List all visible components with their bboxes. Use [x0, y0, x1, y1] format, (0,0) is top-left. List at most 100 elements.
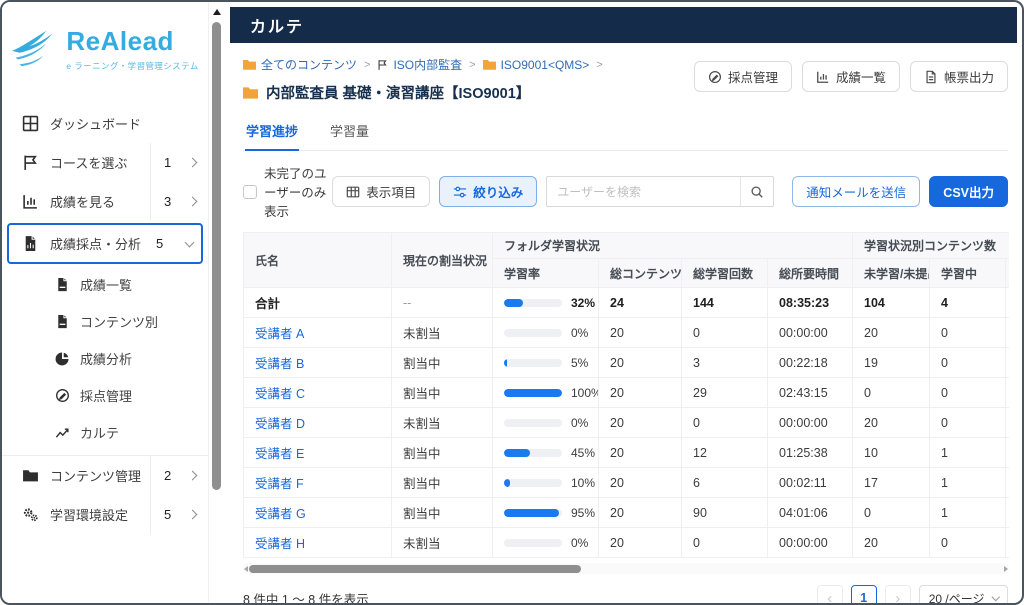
in-progress-cell: 1 — [929, 497, 1007, 528]
not-started-cell: 10 — [852, 437, 931, 468]
csv-file-icon — [58, 277, 67, 292]
total-contents-cell: 20 — [598, 347, 682, 378]
sidebar-subitem-grade-list[interactable]: 成績一覧 — [2, 266, 208, 303]
grade-list-button[interactable]: 成績一覧 — [801, 61, 900, 92]
sidebar-item-content-management[interactable]: コンテンツ管理 2 — [2, 456, 208, 495]
sidebar-subitem-grading[interactable]: 採点管理 — [2, 377, 208, 414]
scrollbar-thumb[interactable] — [212, 22, 221, 490]
sidebar-item-label: 成績を見る — [50, 195, 116, 210]
send-notification-email-button[interactable]: 通知メールを送信 — [792, 176, 921, 207]
col-header-assignment-status: 現在の割当状況 — [391, 232, 493, 288]
learning-rate-cell: 100% — [492, 377, 599, 408]
prev-page-button[interactable]: ‹ — [816, 585, 843, 603]
clipped-cell — [1005, 317, 1009, 348]
page-size-select[interactable]: 20 /ページ — [918, 585, 1008, 603]
tab-learning-progress[interactable]: 学習進捗 — [245, 112, 300, 151]
clipped-cell — [1005, 527, 1009, 558]
learner-link[interactable]: 受講者 G — [255, 507, 306, 521]
page-number-button[interactable]: 1 — [850, 585, 877, 603]
sidebar-subitem-grade-analysis[interactable]: 成績分析 — [2, 340, 208, 377]
learner-link[interactable]: 受講者 F — [255, 477, 304, 491]
sidebar-item-label: カルテ — [80, 426, 120, 441]
scroll-right-arrow-icon[interactable] — [1004, 565, 1008, 572]
sidebar-scrollbar[interactable] — [208, 2, 224, 603]
learner-link[interactable]: 受講者 D — [255, 417, 305, 431]
scroll-left-arrow-icon[interactable] — [244, 565, 248, 572]
breadcrumb-item[interactable]: ISO9001<QMS> — [482, 58, 589, 72]
dashboard-grid-icon — [22, 115, 39, 132]
sidebar-subitem-karte[interactable]: カルテ — [2, 414, 208, 451]
learner-link[interactable]: 受講者 E — [255, 447, 304, 461]
csv-export-button[interactable]: CSV出力 — [929, 176, 1008, 207]
learner-link[interactable]: 受講者 A — [255, 327, 304, 341]
learning-rate-cell: 10% — [492, 467, 599, 498]
col-header-learning-rate: 学習率 — [492, 258, 599, 288]
progress-bar-fill — [504, 388, 562, 397]
assignment-status-cell: -- — [391, 287, 493, 318]
progress-percent-label: 45% — [571, 445, 596, 460]
breadcrumb-item[interactable]: ISO内部監査 — [377, 56, 462, 73]
learner-link[interactable]: 受講者 B — [255, 357, 304, 371]
user-search-box — [546, 176, 775, 207]
tab-learning-volume[interactable]: 学習量 — [329, 112, 370, 150]
in-progress-cell: 1 — [929, 467, 1007, 498]
sidebar-item-courses[interactable]: コースを選ぶ 1 — [2, 143, 208, 182]
progress-bar-fill — [504, 478, 510, 487]
learner-name-cell: 受講者 H — [243, 527, 392, 558]
chevron-right-icon — [187, 509, 198, 520]
sidebar-item-dashboard[interactable]: ダッシュボード — [2, 104, 208, 143]
learning-rate-cell: 32% — [492, 287, 599, 318]
learning-rate-cell: 0% — [492, 317, 599, 348]
bar-chart-icon — [817, 71, 829, 83]
brand-logo[interactable]: ReAlead e ラーニング・学習管理システム — [2, 26, 208, 72]
progress-bar — [504, 388, 562, 397]
tab-bar: 学習進捗 学習量 — [243, 112, 1008, 151]
report-export-button[interactable]: 帳票出力 — [909, 61, 1008, 92]
learner-link[interactable]: 受講者 C — [255, 387, 305, 401]
item-count-badge: 5 — [156, 236, 164, 251]
learning-rate-cell: 0% — [492, 527, 599, 558]
grading-management-button[interactable]: 採点管理 — [693, 61, 792, 92]
learner-name-cell: 受講者 C — [243, 377, 392, 408]
learner-link[interactable]: 受講者 H — [255, 537, 305, 551]
in-progress-cell: 0 — [929, 407, 1007, 438]
progress-bar-fill — [504, 358, 507, 367]
sidebar-subitem-by-content[interactable]: コンテンツ別 — [2, 303, 208, 340]
search-button[interactable] — [740, 177, 773, 206]
scroll-up-arrow-icon[interactable] — [213, 9, 221, 15]
sidebar-item-view-grades[interactable]: 成績を見る 3 — [2, 182, 208, 221]
scrollbar-thumb[interactable] — [249, 564, 581, 573]
not-started-cell: 104 — [852, 287, 931, 318]
sidebar-item-environment-settings[interactable]: 学習環境設定 5 — [2, 495, 208, 534]
col-header-not-started: 未学習/未提出 — [852, 258, 931, 288]
in-progress-cell: 0 — [929, 377, 1007, 408]
item-count-badge: 5 — [164, 507, 172, 522]
checkbox-label: 未完了のユーザーのみ表示 — [264, 167, 327, 219]
incomplete-only-checkbox[interactable] — [243, 184, 257, 199]
total-sessions-cell: 90 — [681, 497, 768, 528]
sidebar-item-label: 成績採点・分析 — [50, 237, 142, 252]
display-columns-button[interactable]: 表示項目 — [332, 176, 431, 207]
next-page-button[interactable]: › — [884, 585, 911, 603]
table-toolbar: 未完了のユーザーのみ表示 表示項目 絞り込み ユーザーを検索 通知メールを送信 … — [243, 163, 1008, 220]
assignment-status-cell: 割当中 — [391, 377, 493, 408]
total-contents-cell: 20 — [598, 437, 682, 468]
total-contents-cell: 20 — [598, 377, 682, 408]
result-count-summary: 8 件中 1 ～ 8 件を表示 — [243, 592, 369, 605]
course-title: 内部監査員 基礎・演習講座【ISO9001】 — [243, 82, 603, 103]
breadcrumb-item[interactable]: 全てのコンテンツ — [243, 56, 357, 73]
total-sessions-cell: 0 — [681, 317, 768, 348]
filter-button[interactable]: 絞り込み — [439, 176, 538, 207]
page-header-title: カルテ — [250, 19, 305, 36]
not-started-cell: 0 — [852, 497, 931, 528]
col-header-in-progress: 学習中 — [929, 258, 1007, 288]
user-search-input[interactable] — [547, 184, 741, 199]
report-file-icon — [25, 236, 36, 251]
trend-chart-icon — [55, 428, 69, 438]
sidebar-item-grading-analysis[interactable]: 成績採点・分析 5 — [9, 225, 201, 262]
folder-icon — [482, 60, 496, 70]
header-actions: 採点管理 成績一覧 帳票出力 — [693, 56, 1008, 103]
table-horizontal-scrollbar[interactable] — [243, 563, 1009, 574]
item-count-badge: 1 — [164, 155, 172, 170]
folder-icon — [23, 470, 38, 482]
